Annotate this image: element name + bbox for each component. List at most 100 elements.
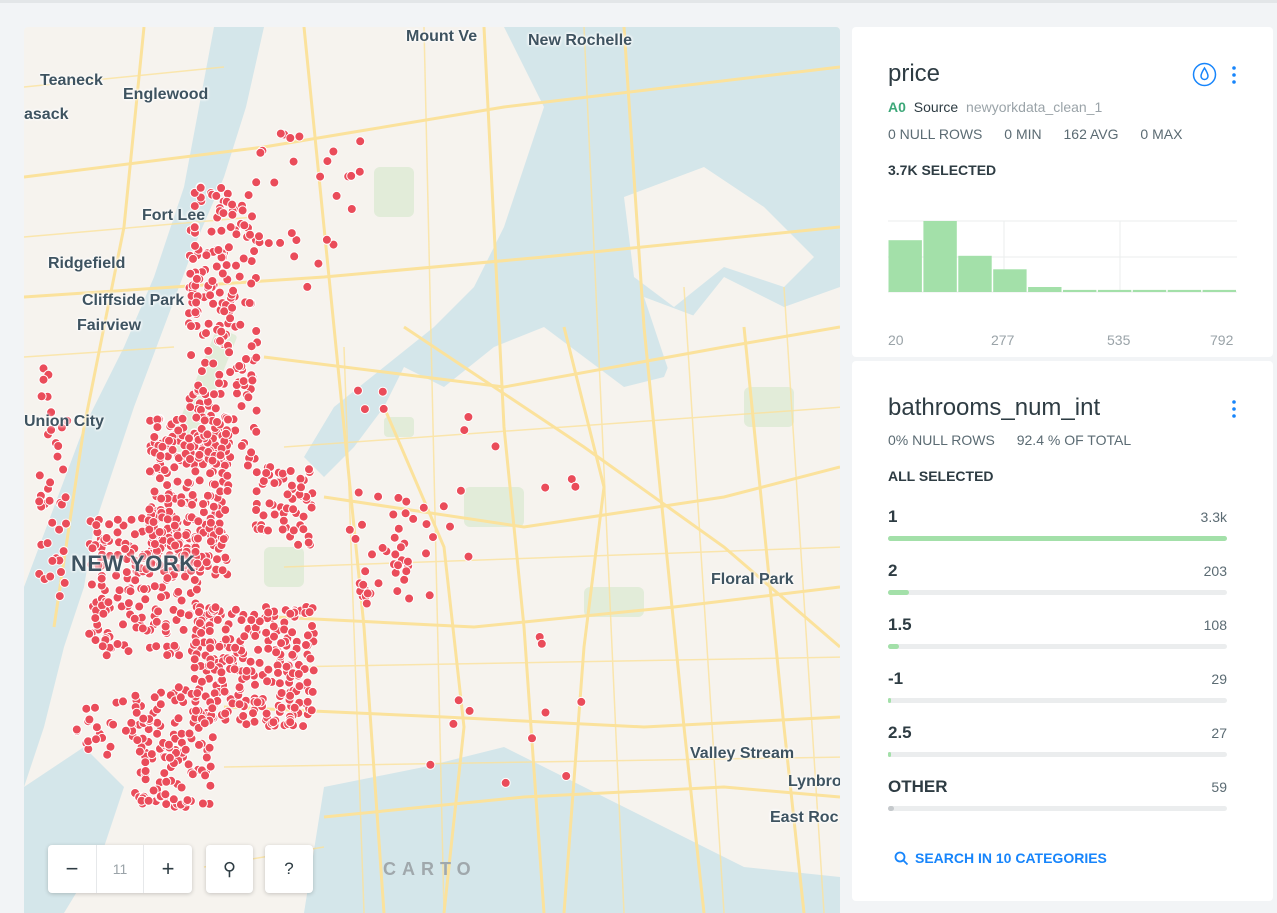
listing-point[interactable]: [228, 285, 239, 296]
listing-point[interactable]: [277, 524, 288, 535]
listing-point[interactable]: [359, 404, 370, 415]
listing-point[interactable]: [38, 374, 49, 385]
listing-point[interactable]: [289, 251, 300, 262]
listing-point[interactable]: [205, 780, 216, 791]
listing-point[interactable]: [160, 621, 171, 632]
zoom-in-button[interactable]: +: [144, 845, 192, 893]
listing-point[interactable]: [191, 297, 202, 308]
listing-point[interactable]: [275, 237, 286, 248]
listing-point[interactable]: [176, 595, 187, 606]
listing-point[interactable]: [207, 732, 218, 743]
listing-point[interactable]: [244, 298, 255, 308]
listing-point[interactable]: [161, 776, 172, 787]
listing-point[interactable]: [527, 733, 537, 744]
listing-point[interactable]: [229, 664, 240, 675]
listing-point[interactable]: [224, 655, 235, 666]
listing-point[interactable]: [34, 496, 45, 507]
listing-point[interactable]: [294, 681, 305, 692]
listing-point[interactable]: [81, 703, 92, 714]
listing-point[interactable]: [192, 533, 203, 544]
listing-point[interactable]: [194, 475, 205, 486]
listing-point[interactable]: [254, 231, 264, 242]
listing-point[interactable]: [103, 597, 114, 608]
listing-point[interactable]: [298, 721, 309, 732]
listing-point[interactable]: [428, 532, 438, 543]
listing-point[interactable]: [251, 505, 262, 515]
listing-point[interactable]: [86, 579, 97, 590]
listing-point[interactable]: [101, 533, 112, 543]
listing-point[interactable]: [401, 496, 412, 507]
histogram-bar[interactable]: [958, 255, 992, 292]
listing-point[interactable]: [346, 204, 357, 214]
category-row[interactable]: 1 3.3k: [888, 507, 1227, 541]
listing-point[interactable]: [223, 242, 234, 253]
listing-point[interactable]: [250, 679, 260, 690]
listing-point[interactable]: [180, 744, 191, 755]
listing-point[interactable]: [421, 548, 431, 559]
listing-point[interactable]: [313, 258, 324, 269]
listing-point[interactable]: [164, 435, 174, 446]
listing-point[interactable]: [238, 253, 249, 264]
listing-point[interactable]: [464, 705, 475, 716]
listing-point[interactable]: [285, 608, 296, 619]
listing-point[interactable]: [190, 240, 200, 251]
listing-point[interactable]: [230, 604, 241, 615]
listing-point[interactable]: [241, 665, 252, 676]
listing-point[interactable]: [247, 211, 257, 222]
listing-point[interactable]: [289, 702, 300, 713]
listing-point[interactable]: [307, 621, 317, 631]
listing-point[interactable]: [149, 581, 160, 592]
listing-point[interactable]: [350, 533, 361, 544]
listing-point[interactable]: [126, 717, 137, 728]
listing-point[interactable]: [176, 498, 187, 509]
listing-point[interactable]: [424, 590, 435, 601]
listing-point[interactable]: [54, 524, 65, 535]
listing-point[interactable]: [199, 718, 210, 729]
listing-point[interactable]: [288, 504, 299, 515]
listing-point[interactable]: [282, 489, 293, 500]
map-search-button[interactable]: ⚲: [206, 845, 253, 893]
histogram-bar[interactable]: [1132, 289, 1167, 292]
listing-point[interactable]: [287, 627, 298, 638]
listing-point[interactable]: [231, 260, 241, 271]
listing-point[interactable]: [392, 586, 403, 597]
listing-point[interactable]: [211, 190, 222, 201]
listing-point[interactable]: [210, 403, 221, 414]
listing-point[interactable]: [203, 345, 214, 356]
listing-point[interactable]: [47, 555, 58, 566]
listing-point[interactable]: [252, 697, 263, 708]
listing-point[interactable]: [288, 525, 299, 536]
listing-point[interactable]: [262, 676, 273, 687]
listing-point[interactable]: [152, 422, 163, 433]
listing-point[interactable]: [269, 177, 280, 188]
listing-point[interactable]: [393, 523, 404, 534]
listing-point[interactable]: [459, 425, 470, 436]
listing-point[interactable]: [148, 517, 159, 527]
listing-point[interactable]: [220, 505, 231, 515]
listing-point[interactable]: [215, 335, 225, 346]
listing-point[interactable]: [91, 520, 102, 531]
listing-point[interactable]: [210, 602, 221, 613]
listing-point[interactable]: [185, 454, 195, 464]
listing-point[interactable]: [288, 156, 299, 167]
listing-point[interactable]: [255, 147, 266, 158]
listing-point[interactable]: [247, 375, 258, 386]
listing-point[interactable]: [191, 584, 202, 595]
listing-point[interactable]: [140, 757, 151, 768]
listing-point[interactable]: [58, 464, 69, 475]
listing-point[interactable]: [182, 795, 193, 806]
listing-point[interactable]: [161, 799, 172, 810]
more-options-icon[interactable]: [1229, 398, 1239, 420]
listing-point[interactable]: [178, 624, 189, 635]
listing-point[interactable]: [570, 481, 581, 492]
listing-point[interactable]: [208, 358, 219, 369]
listing-point[interactable]: [52, 451, 63, 462]
listing-point[interactable]: [275, 128, 286, 139]
listing-point[interactable]: [114, 585, 125, 596]
listing-point[interactable]: [187, 499, 197, 510]
category-row[interactable]: 2.5 27: [888, 723, 1227, 757]
listing-point[interactable]: [536, 638, 547, 649]
listing-point[interactable]: [263, 238, 274, 249]
listing-point[interactable]: [302, 630, 313, 641]
price-histogram[interactable]: [888, 219, 1237, 295]
